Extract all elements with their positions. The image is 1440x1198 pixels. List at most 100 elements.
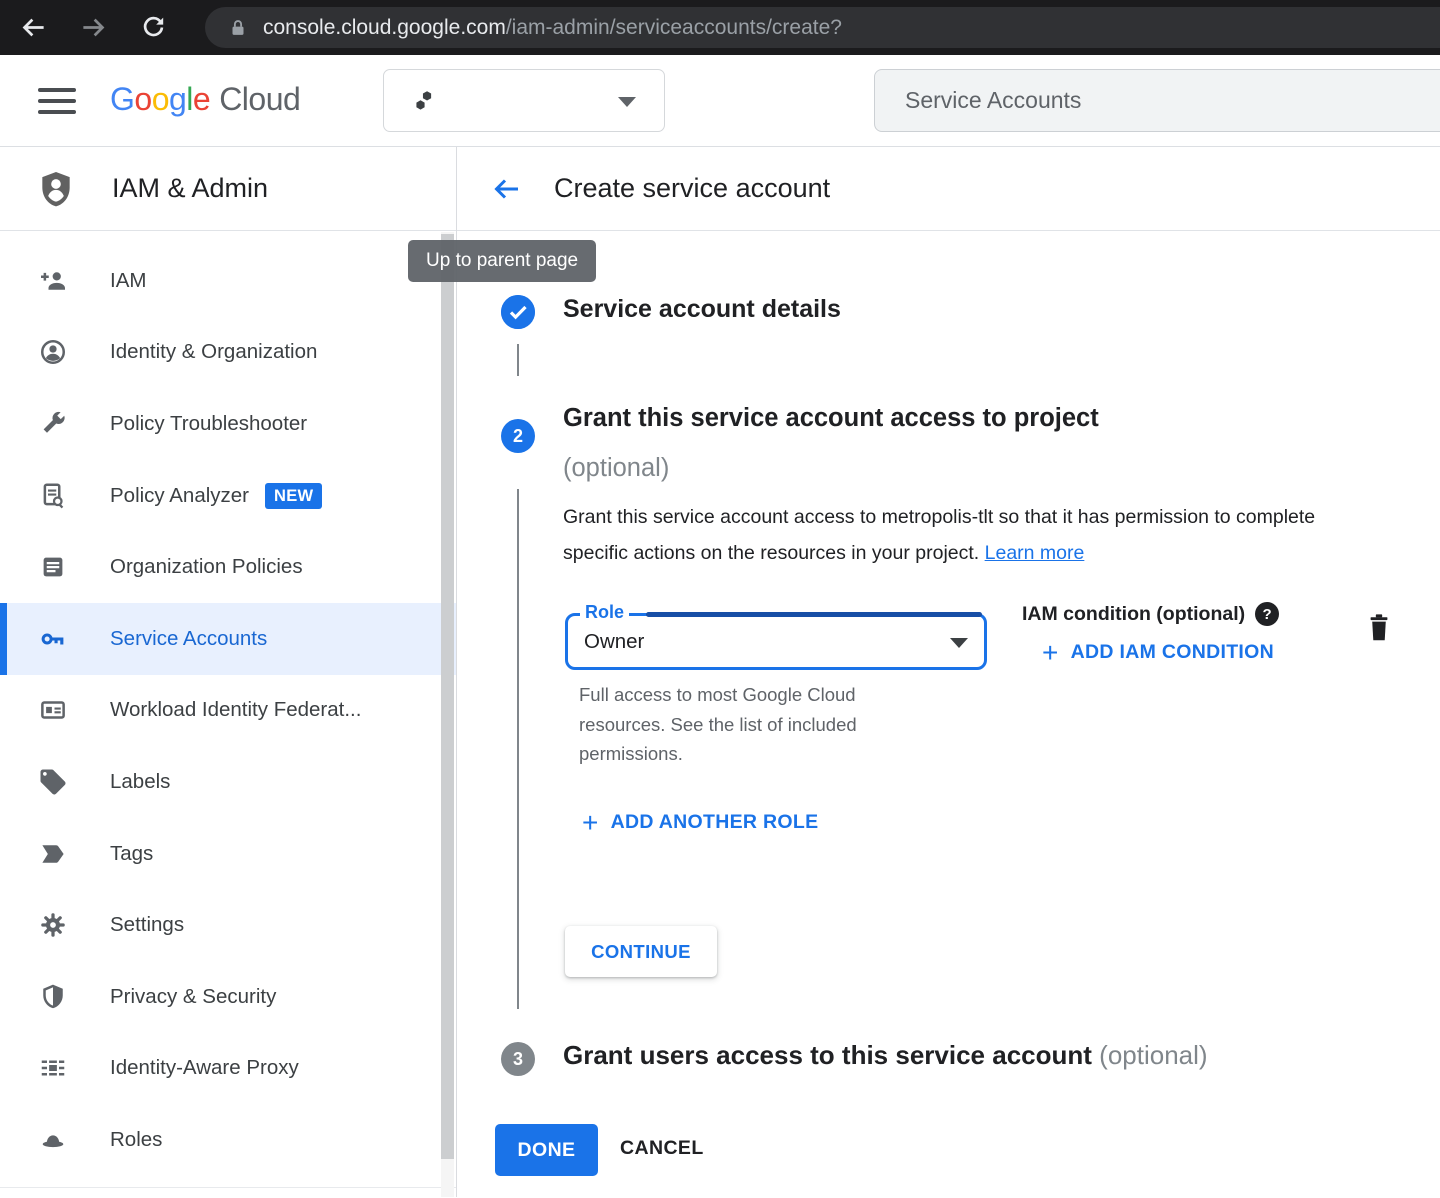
id-card-icon: [38, 696, 70, 724]
label-icon: [38, 768, 70, 796]
continue-button[interactable]: CONTINUE: [565, 926, 717, 977]
sidebar-item-label: Workload Identity Federat...: [110, 698, 361, 722]
sidebar-scrollbar[interactable]: [441, 232, 454, 1197]
iam-condition-label: IAM condition (optional)?: [1022, 602, 1279, 626]
role-selected-value: Owner: [584, 616, 644, 667]
plus-icon: +: [582, 813, 599, 833]
hat-icon: [38, 1126, 70, 1154]
delete-role-icon[interactable]: [1365, 611, 1393, 643]
sidebar-item-privacy-security[interactable]: Privacy & Security: [0, 961, 456, 1033]
sidebar-item-roles[interactable]: Roles: [0, 1104, 456, 1176]
search-input[interactable]: [875, 87, 1395, 114]
new-badge: NEW: [265, 483, 322, 509]
iam-condition-text: IAM condition (optional): [1022, 603, 1245, 626]
add-iam-condition-label: ADD IAM CONDITION: [1071, 641, 1274, 664]
sidebar-item-label: IAM: [110, 269, 146, 293]
sidebar-nav: IAM Identity & Organization Policy Troub…: [0, 231, 456, 1176]
account-circle-icon: [38, 338, 70, 366]
shield-icon: [38, 983, 70, 1011]
logo-cloud-text: Cloud: [219, 81, 300, 117]
step2-number: 2: [513, 426, 523, 447]
logo-letter: o: [152, 81, 169, 117]
role-helper-text: Full access to most Google Cloud resourc…: [579, 680, 914, 769]
browser-reload-icon[interactable]: [140, 14, 167, 41]
sidebar-item-settings[interactable]: Settings: [0, 889, 456, 961]
step-connector: [517, 489, 519, 1009]
done-button[interactable]: DONE: [495, 1124, 598, 1176]
sidebar-item-identity-aware-proxy[interactable]: Identity-Aware Proxy: [0, 1033, 456, 1105]
sidebar-item-label: Privacy & Security: [110, 985, 276, 1009]
plus-icon: +: [1042, 643, 1059, 663]
role-select[interactable]: Role Owner: [565, 613, 987, 670]
sidebar-item-policy-troubleshooter[interactable]: Policy Troubleshooter: [0, 388, 456, 460]
sidebar-item-label: Policy Analyzer: [110, 484, 249, 508]
add-iam-condition-button[interactable]: + ADD IAM CONDITION: [1042, 641, 1274, 664]
add-another-role-button[interactable]: + ADD ANOTHER ROLE: [582, 811, 818, 834]
sidebar-item-label: Service Accounts: [110, 627, 267, 651]
role-field-label-line: [646, 612, 982, 617]
project-selector[interactable]: [383, 69, 665, 132]
browser-back-icon[interactable]: [20, 14, 47, 41]
sidebar-item-label: Identity & Organization: [110, 340, 317, 364]
menu-icon[interactable]: [38, 88, 76, 115]
step3-number-circle: 3: [501, 1042, 535, 1076]
dropdown-caret-icon: [950, 638, 968, 648]
google-cloud-logo[interactable]: GoogleCloud: [110, 81, 300, 118]
sidebar-item-organization-policies[interactable]: Organization Policies: [0, 531, 456, 603]
url-path: /iam-admin/serviceaccounts/create?: [506, 16, 842, 39]
step2-description: Grant this service account access to met…: [563, 499, 1383, 571]
document-icon: [38, 553, 70, 581]
step3-title-text: Grant users access to this service accou…: [563, 1040, 1092, 1070]
logo-letter: g: [169, 81, 186, 117]
wrench-icon: [38, 410, 70, 438]
step2-title: Grant this service account access to pro…: [563, 393, 1308, 493]
learn-more-link[interactable]: Learn more: [985, 542, 1085, 564]
sidebar-item-label: Tags: [110, 842, 153, 866]
iam-admin-shield-icon: [36, 167, 76, 211]
logo-letter: o: [134, 81, 151, 117]
sidebar: IAM & Admin IAM Identity & Organization …: [0, 147, 457, 1197]
cancel-button[interactable]: CANCEL: [620, 1137, 704, 1160]
sidebar-item-policy-analyzer[interactable]: Policy Analyzer NEW: [0, 460, 456, 532]
page-body: IAM & Admin IAM Identity & Organization …: [0, 147, 1440, 1197]
project-hexagons-icon: [410, 87, 438, 115]
search-bar[interactable]: [874, 69, 1440, 132]
policy-analyzer-icon: [38, 482, 70, 510]
sidebar-item-label: Organization Policies: [110, 555, 303, 579]
browser-forward-icon[interactable]: [80, 14, 107, 41]
sidebar-item-iam[interactable]: IAM: [0, 245, 456, 317]
sidebar-item-label: Policy Troubleshooter: [110, 412, 307, 436]
sidebar-item-identity-organization[interactable]: Identity & Organization: [0, 317, 456, 389]
sidebar-item-workload-identity-federation[interactable]: Workload Identity Federat...: [0, 675, 456, 747]
logo-letter: G: [110, 81, 134, 117]
sidebar-item-tags[interactable]: Tags: [0, 818, 456, 890]
url-text: console.cloud.google.com/iam-admin/servi…: [263, 16, 842, 40]
sidebar-item-label: Settings: [110, 913, 184, 937]
description-text: Grant this service account access to met…: [563, 506, 1315, 564]
step2-number-circle: 2: [501, 419, 535, 453]
chevron-down-icon: [618, 97, 636, 107]
sidebar-divider: [0, 1187, 456, 1188]
step2-title-text: Grant this service account access to pro…: [563, 404, 1099, 432]
back-arrow-icon[interactable]: [490, 173, 522, 205]
person-add-icon: [38, 267, 70, 295]
sidebar-title: IAM & Admin: [112, 173, 268, 204]
app-header: GoogleCloud: [0, 55, 1440, 147]
step1-check-circle: [501, 295, 535, 329]
service-account-key-icon: [38, 625, 70, 653]
sidebar-item-labels[interactable]: Labels: [0, 746, 456, 818]
help-icon[interactable]: ?: [1255, 602, 1279, 626]
logo-letter: e: [193, 81, 210, 117]
tag-icon: [38, 840, 70, 868]
sidebar-item-service-accounts[interactable]: Service Accounts: [0, 603, 456, 675]
address-bar[interactable]: console.cloud.google.com/iam-admin/servi…: [205, 7, 1440, 48]
main-panel: Create service account Service account d…: [457, 147, 1440, 1197]
gear-icon: [38, 911, 70, 939]
step3-optional-label: (optional): [1099, 1040, 1207, 1070]
sidebar-item-label: Identity-Aware Proxy: [110, 1056, 299, 1080]
tooltip: Up to parent page: [408, 240, 596, 282]
add-another-role-label: ADD ANOTHER ROLE: [611, 811, 819, 834]
url-host: console.cloud.google.com: [263, 16, 506, 39]
sidebar-scrollbar-thumb[interactable]: [441, 234, 454, 1159]
sidebar-item-label: Labels: [110, 770, 170, 794]
